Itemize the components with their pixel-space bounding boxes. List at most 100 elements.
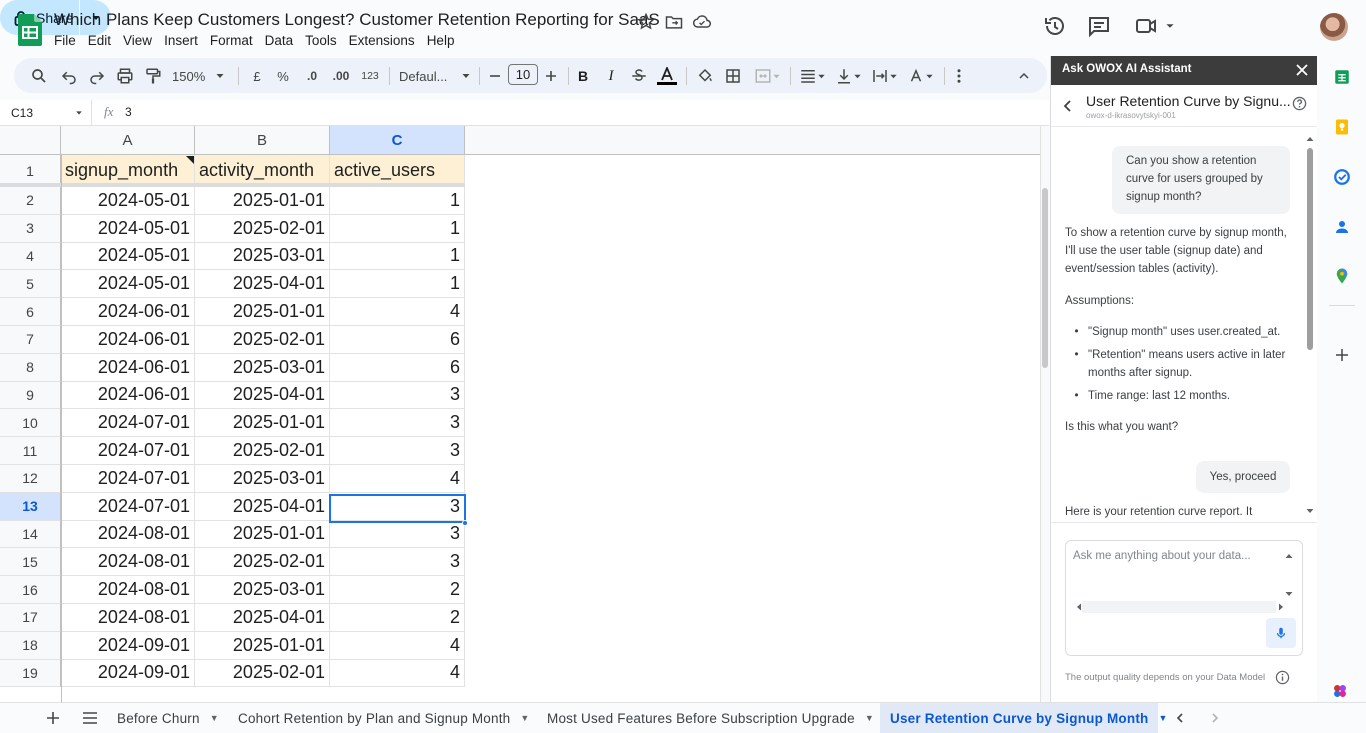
- gemini-icon[interactable]: [1329, 680, 1351, 702]
- formula-input[interactable]: 3: [125, 105, 132, 119]
- table-cell[interactable]: 2025-02-01: [195, 659, 330, 688]
- search-menus-icon[interactable]: [30, 65, 48, 87]
- table-cell[interactable]: 2024-09-01: [61, 659, 195, 688]
- collapse-toolbar-icon[interactable]: [1016, 65, 1032, 87]
- table-cell[interactable]: 4: [330, 465, 465, 493]
- table-cell[interactable]: 2024-07-01: [61, 492, 195, 521]
- strikethrough-icon[interactable]: [630, 65, 648, 87]
- info-icon[interactable]: [1275, 670, 1290, 685]
- comments-icon[interactable]: [1087, 14, 1111, 38]
- help-icon[interactable]: [1292, 96, 1307, 111]
- table-cell[interactable]: 2025-03-01: [195, 353, 330, 382]
- decrease-decimals-button[interactable]: .0: [302, 65, 322, 87]
- table-cell[interactable]: 1: [330, 187, 465, 215]
- table-cell[interactable]: 3: [330, 437, 465, 465]
- table-cell[interactable]: 2024-06-01: [61, 353, 195, 382]
- version-history-icon[interactable]: [1043, 14, 1067, 38]
- italic-button[interactable]: I: [604, 65, 618, 87]
- sheets-addon-icon[interactable]: [1333, 68, 1351, 86]
- table-cell[interactable]: 2025-01-01: [195, 409, 330, 438]
- text-rotation-button[interactable]: [904, 65, 936, 87]
- menu-format[interactable]: Format: [204, 32, 259, 50]
- table-cell[interactable]: 2024-06-01: [61, 381, 195, 410]
- sheet-tab[interactable]: Before Churn ▼: [112, 703, 226, 733]
- cloud-saved-icon[interactable]: [692, 12, 712, 32]
- sheet-tab-active[interactable]: User Retention Curve by Signup Month ▼: [880, 703, 1167, 733]
- paint-format-icon[interactable]: [144, 65, 162, 87]
- font-family-select[interactable]: Defaul...: [399, 65, 471, 87]
- sheets-logo-icon[interactable]: [18, 14, 42, 46]
- all-sheets-icon[interactable]: [82, 711, 98, 725]
- table-cell[interactable]: 1: [330, 214, 465, 243]
- menu-tools[interactable]: Tools: [299, 32, 343, 50]
- table-cell[interactable]: 2025-04-01: [195, 381, 330, 410]
- table-cell[interactable]: 4: [330, 298, 465, 326]
- bold-button[interactable]: B: [576, 65, 590, 87]
- row-header[interactable]: 3: [0, 214, 61, 243]
- row-header[interactable]: 4: [0, 242, 61, 271]
- currency-format-button[interactable]: £: [250, 65, 264, 87]
- table-cell[interactable]: 2025-02-01: [195, 548, 330, 577]
- column-header-b[interactable]: B: [195, 126, 330, 155]
- table-cell[interactable]: 2024-05-01: [61, 214, 195, 243]
- vertical-align-button[interactable]: [832, 65, 864, 87]
- table-cell[interactable]: 4: [330, 631, 465, 660]
- caret-down-icon[interactable]: ▼: [1158, 713, 1167, 723]
- table-cell[interactable]: 2024-06-01: [61, 326, 195, 354]
- table-cell[interactable]: 2025-02-01: [195, 214, 330, 243]
- table-cell[interactable]: 3: [330, 409, 465, 438]
- more-options-icon[interactable]: [950, 65, 968, 87]
- row-header[interactable]: 12: [0, 465, 61, 493]
- scroll-down-icon[interactable]: [1305, 506, 1315, 516]
- menu-extensions[interactable]: Extensions: [343, 32, 421, 50]
- input-horizontal-scrollbar[interactable]: [1082, 601, 1276, 613]
- menu-data[interactable]: Data: [259, 32, 300, 50]
- table-cell[interactable]: 2024-07-01: [61, 465, 195, 493]
- caret-down-icon[interactable]: ▼: [520, 713, 529, 723]
- row-header[interactable]: 13: [0, 492, 61, 521]
- font-size-input[interactable]: 10: [508, 64, 538, 85]
- table-cell[interactable]: 3: [330, 381, 465, 410]
- menu-file[interactable]: File: [48, 32, 82, 50]
- row-header[interactable]: 2: [0, 187, 61, 215]
- percent-format-button[interactable]: %: [276, 65, 290, 87]
- row-header[interactable]: 6: [0, 298, 61, 326]
- scroll-tabs-right-icon[interactable]: [1209, 712, 1221, 724]
- table-cell[interactable]: 2025-04-01: [195, 492, 330, 521]
- keep-icon[interactable]: [1333, 118, 1351, 136]
- increase-font-size-icon[interactable]: [544, 65, 558, 87]
- back-arrow-icon[interactable]: [1061, 99, 1075, 113]
- table-cell[interactable]: 2024-08-01: [61, 520, 195, 549]
- row-header[interactable]: 18: [0, 631, 61, 660]
- close-icon[interactable]: [1295, 63, 1309, 77]
- table-cell[interactable]: 2025-01-01: [195, 631, 330, 660]
- caret-down-icon[interactable]: ▼: [865, 713, 874, 723]
- undo-icon[interactable]: [60, 65, 78, 87]
- more-formats-button[interactable]: 123: [359, 65, 381, 87]
- input-scroll-down-icon[interactable]: [1284, 589, 1294, 599]
- grid-vertical-scrollbar[interactable]: [1040, 126, 1049, 702]
- input-scroll-right-icon[interactable]: [1276, 602, 1286, 612]
- menu-view[interactable]: View: [117, 32, 158, 50]
- table-cell[interactable]: 2025-01-01: [195, 520, 330, 549]
- table-cell[interactable]: 2: [330, 576, 465, 604]
- row-header[interactable]: 15: [0, 548, 61, 577]
- table-cell[interactable]: 2025-03-01: [195, 242, 330, 271]
- chat-scroll-thumb[interactable]: [1307, 148, 1313, 350]
- table-cell[interactable]: 2025-03-01: [195, 576, 330, 604]
- menu-edit[interactable]: Edit: [82, 32, 117, 50]
- table-cell[interactable]: 2024-07-01: [61, 437, 195, 465]
- scroll-tabs-left-icon[interactable]: [1174, 712, 1186, 724]
- row-header[interactable]: 5: [0, 270, 61, 299]
- column-header-c[interactable]: C: [330, 126, 465, 155]
- chat-input-placeholder[interactable]: Ask me anything about your data...: [1073, 550, 1251, 562]
- menu-insert[interactable]: Insert: [158, 32, 204, 50]
- row-header[interactable]: 7: [0, 326, 61, 354]
- add-sheet-icon[interactable]: [46, 711, 60, 725]
- borders-icon[interactable]: [724, 65, 742, 87]
- row-header[interactable]: 17: [0, 604, 61, 632]
- menu-help[interactable]: Help: [421, 32, 461, 50]
- row-header[interactable]: 16: [0, 576, 61, 604]
- table-cell[interactable]: 2024-05-01: [61, 187, 195, 215]
- table-cell[interactable]: 2025-01-01: [195, 187, 330, 215]
